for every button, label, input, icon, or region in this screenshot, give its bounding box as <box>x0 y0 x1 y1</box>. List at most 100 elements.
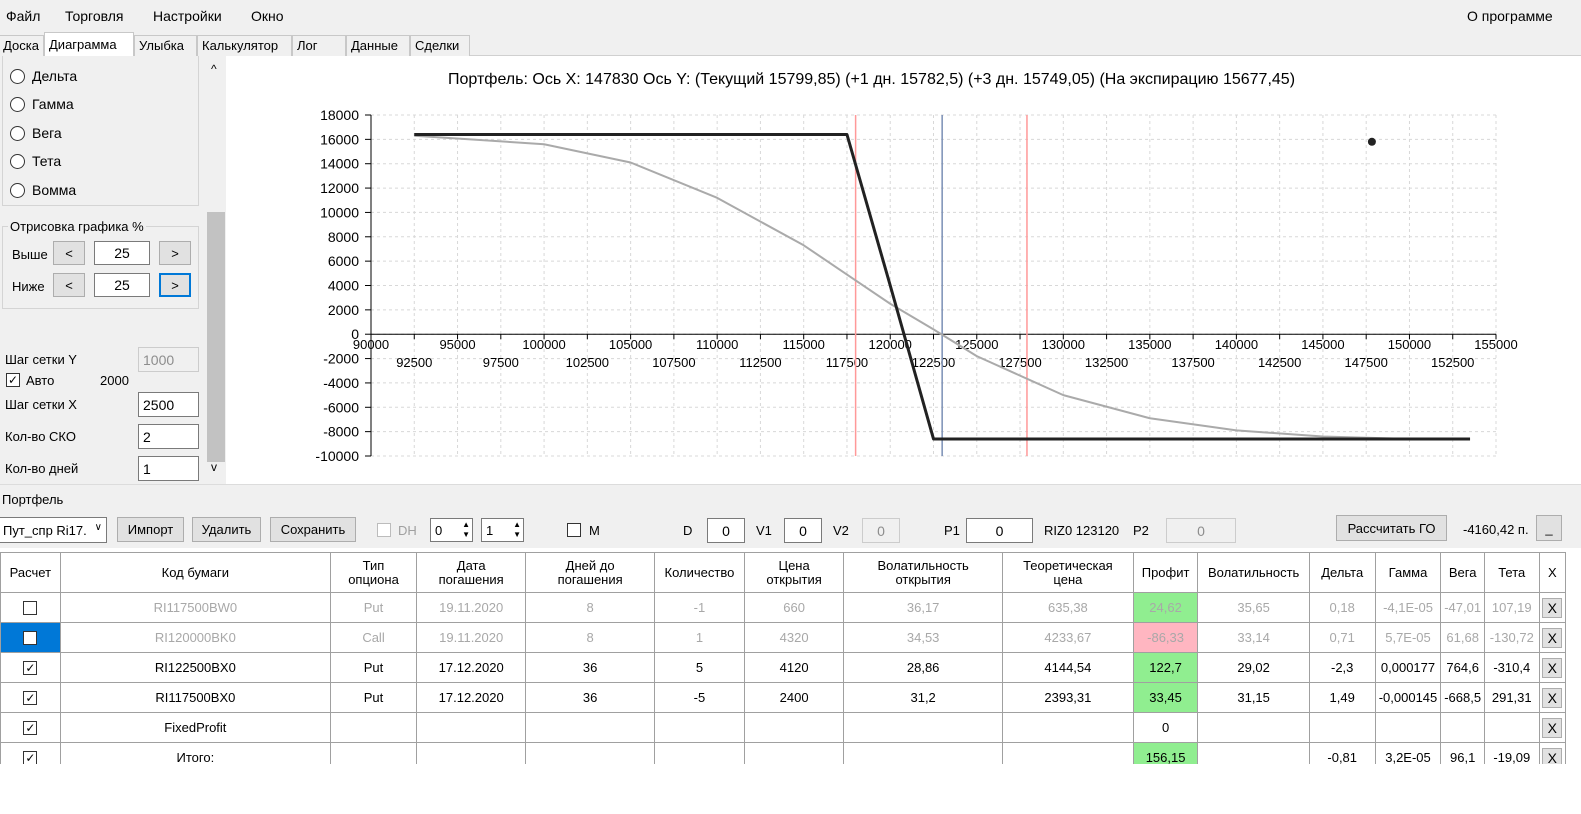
above-decrease-button[interactable]: < <box>53 241 85 265</box>
cell-theta[interactable]: 107,19 <box>1483 592 1540 623</box>
cell-days-to-exp[interactable] <box>525 712 655 743</box>
cell-open-price[interactable]: 4320 <box>743 622 845 653</box>
cell-theor-price[interactable]: 635,38 <box>1002 592 1134 623</box>
table-row[interactable]: ✓ RI122500BX0 Put 17.12.2020 36 5 4120 28,86 414… <box>0 652 1567 683</box>
tab-log[interactable]: Лог <box>292 35 346 56</box>
table-row[interactable]: ✓ FixedProfit 0 X <box>0 712 1567 743</box>
cell-theta[interactable] <box>1483 712 1540 743</box>
menu-trade[interactable]: Торговля <box>65 8 123 24</box>
v1-field[interactable]: 0 <box>784 518 822 543</box>
above-value-field[interactable]: 25 <box>94 241 150 265</box>
cell-days-to-exp[interactable]: 36 <box>525 652 655 683</box>
cell-vega[interactable]: -47,01 <box>1440 592 1485 623</box>
cell-profit[interactable]: 33,45 <box>1132 682 1199 713</box>
cell-profit[interactable]: 24,62 <box>1132 592 1199 623</box>
cell-volatility[interactable]: 35,65 <box>1197 592 1310 623</box>
tab-data[interactable]: Данные <box>346 35 410 56</box>
cell-theta[interactable]: 291,31 <box>1483 682 1540 713</box>
delete-row-button[interactable]: X <box>1542 597 1563 618</box>
cell-code[interactable]: RI117500BW0 <box>59 592 332 623</box>
scroll-up-icon[interactable]: ^ <box>211 62 217 76</box>
delete-button[interactable]: Удалить <box>192 517 261 542</box>
delete-row-button[interactable]: X <box>1542 717 1563 738</box>
cell-exp-date[interactable]: 17.12.2020 <box>416 682 527 713</box>
m-checkbox[interactable] <box>567 523 581 537</box>
cell-theta[interactable]: -310,4 <box>1483 652 1540 683</box>
below-increase-button[interactable]: > <box>159 273 191 297</box>
import-button[interactable]: Импорт <box>117 517 184 542</box>
cell-theor-price[interactable]: 4144,54 <box>1002 652 1134 683</box>
cell-quantity[interactable]: 5 <box>653 652 745 683</box>
column-header-calc[interactable]: Расчет <box>0 552 61 593</box>
cell-theor-price[interactable] <box>1002 712 1134 743</box>
column-header-days-to-exp[interactable]: Дней до погашения <box>525 552 655 593</box>
column-header-delta[interactable]: Дельта <box>1308 552 1376 593</box>
cell-code[interactable]: RI122500BX0 <box>59 652 332 683</box>
dh-spinner-2[interactable]: 1 ▲ ▼ <box>481 518 524 542</box>
grid-x-field[interactable]: 2500 <box>138 392 199 417</box>
cell-quantity[interactable] <box>653 712 745 743</box>
p2-field[interactable]: 0 <box>1166 518 1236 543</box>
minimize-button[interactable]: _ <box>1536 515 1562 541</box>
cell-open-vol[interactable]: 36,17 <box>843 592 1004 623</box>
cell-open-vol[interactable]: 34,53 <box>843 622 1004 653</box>
radio-delta[interactable]: Дельта <box>10 67 77 85</box>
menu-settings[interactable]: Настройки <box>153 8 222 24</box>
scrollbar-thumb[interactable] <box>207 212 225 462</box>
scroll-down-icon[interactable]: v <box>211 460 217 474</box>
cell-gamma[interactable] <box>1374 712 1442 743</box>
cell-open-vol[interactable]: 31,2 <box>843 682 1004 713</box>
calc-checkbox[interactable] <box>23 631 38 646</box>
cell-vega[interactable]: -668,5 <box>1440 682 1485 713</box>
portfolio-select[interactable]: Пут_спр Ri17. ∨ <box>0 517 107 543</box>
calc-cell[interactable]: ✓ <box>0 712 61 743</box>
tab-board[interactable]: Доска <box>0 35 44 56</box>
tab-calculator[interactable]: Калькулятор <box>197 35 292 56</box>
column-header-theor-price[interactable]: Теоретическая цена <box>1002 552 1134 593</box>
radio-vomma[interactable]: Вомма <box>10 181 76 199</box>
spinner-arrows-icon[interactable]: ▲ ▼ <box>513 520 521 540</box>
radio-vega[interactable]: Вега <box>10 124 62 142</box>
cell-delta[interactable]: 1,49 <box>1308 682 1376 713</box>
calc-checkbox[interactable]: ✓ <box>23 721 38 736</box>
cell-profit[interactable]: 0 <box>1132 712 1199 743</box>
left-panel-scrollbar[interactable]: ^ v <box>207 56 225 480</box>
calc-checkbox[interactable] <box>23 601 38 616</box>
cell-volatility[interactable] <box>1197 712 1310 743</box>
cell-code[interactable]: RI120000BK0 <box>59 622 332 653</box>
cell-gamma[interactable]: 0,000177 <box>1374 652 1442 683</box>
cell-open-price[interactable]: 2400 <box>743 682 845 713</box>
calc-cell[interactable] <box>0 622 61 653</box>
cell-days-to-exp[interactable]: 8 <box>525 622 655 653</box>
calc-cell[interactable]: ✓ <box>0 682 61 713</box>
cell-volatility[interactable]: 29,02 <box>1197 652 1310 683</box>
cell-open-vol[interactable] <box>843 712 1004 743</box>
below-value-field[interactable]: 25 <box>94 273 150 297</box>
menu-file[interactable]: Файл <box>6 8 40 24</box>
calc-cell[interactable] <box>0 592 61 623</box>
table-row[interactable]: RI117500BW0 Put 19.11.2020 8 -1 660 36,17 635,3… <box>0 592 1567 623</box>
column-header-profit[interactable]: Профит <box>1132 552 1199 593</box>
column-header-open-vol[interactable]: Волатильность открытия <box>843 552 1004 593</box>
column-header-theta[interactable]: Тета <box>1483 552 1540 593</box>
tab-diagram[interactable]: Диаграмма <box>44 32 134 57</box>
cell-gamma[interactable]: -4,1E-05 <box>1374 592 1442 623</box>
cell-delta[interactable]: 0,18 <box>1308 592 1376 623</box>
cell-quantity[interactable]: -5 <box>653 682 745 713</box>
d-field[interactable]: 0 <box>707 518 745 543</box>
cell-quantity[interactable]: -1 <box>653 592 745 623</box>
cell-exp-date[interactable]: 19.11.2020 <box>416 622 527 653</box>
cell-open-price[interactable]: 660 <box>743 592 845 623</box>
days-field[interactable]: 1 <box>138 456 199 481</box>
p1-field[interactable]: 0 <box>966 518 1033 543</box>
cell-exp-date[interactable] <box>416 712 527 743</box>
cell-vega[interactable]: 61,68 <box>1440 622 1485 653</box>
cell-profit[interactable]: -86,33 <box>1132 622 1199 653</box>
radio-theta[interactable]: Тета <box>10 152 61 170</box>
column-header-quantity[interactable]: Количество <box>653 552 745 593</box>
v2-field[interactable]: 0 <box>862 518 900 543</box>
column-header-open-price[interactable]: Цена открытия <box>743 552 845 593</box>
cell-vega[interactable]: 764,6 <box>1440 652 1485 683</box>
column-header-x[interactable]: X <box>1538 552 1567 593</box>
cell-type[interactable]: Call <box>329 622 418 653</box>
